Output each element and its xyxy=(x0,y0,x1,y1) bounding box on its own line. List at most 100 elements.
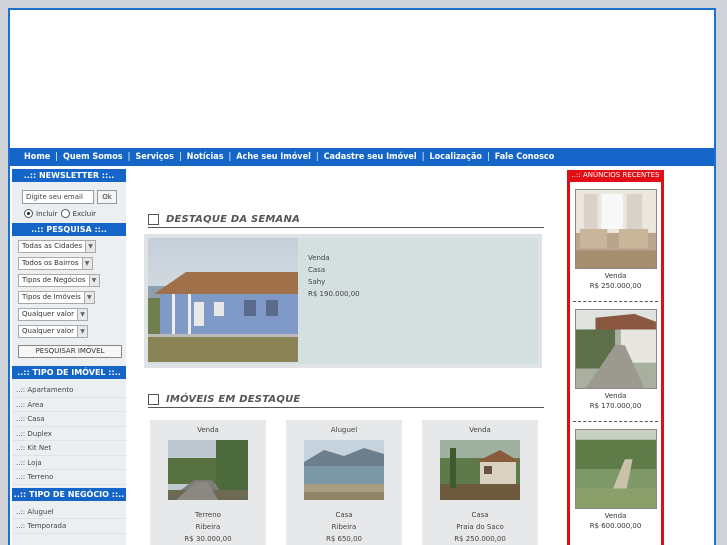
incluir-radio[interactable] xyxy=(24,209,33,218)
anuncio-item[interactable]: Venda R$ 250.000,00 xyxy=(573,182,658,302)
dropdown-arrow-icon: ▼ xyxy=(77,309,88,320)
nav-fale-conosco[interactable]: Fale Conosco xyxy=(495,152,555,162)
card-tipo: Casa xyxy=(471,511,489,519)
tipo-imovel-item[interactable]: ..:: Kit Net xyxy=(12,441,126,456)
nav-quem-somos[interactable]: Quem Somos xyxy=(63,152,123,162)
card-negocio: Aluguel xyxy=(330,426,358,434)
destaque-tipo: Casa xyxy=(308,266,326,274)
tipo-negocio-header: ..:: TIPO DE NEGÓCIO ::.. xyxy=(12,487,126,501)
nav-noticias[interactable]: Notícias xyxy=(187,152,224,162)
tipo-imovel-item[interactable]: ..:: Loja xyxy=(12,456,126,470)
imoveis-destaque-title: IMÓVEIS EM DESTAQUE xyxy=(166,394,301,405)
anuncio-negocio: Venda xyxy=(604,392,627,400)
pesquisar-button[interactable]: PESQUISAR IMÓVEL xyxy=(18,345,122,358)
imovel-select[interactable]: Tipos de Imóveis ▼ xyxy=(18,291,95,304)
header-banner xyxy=(10,10,714,148)
imovel-card[interactable]: Aluguel Casa Ribeira R$ 650,00 xyxy=(286,420,402,545)
card-preco: R$ 650,00 xyxy=(325,535,363,543)
card-preco: R$ 250.000,00 xyxy=(454,535,506,543)
negocio-select[interactable]: Tipos de Negócios ▼ xyxy=(18,274,100,287)
card-bairro: Ribeira xyxy=(331,523,357,531)
anuncio-preco: R$ 250.000,00 xyxy=(589,282,642,290)
tipo-imovel-item[interactable]: ..:: Apartamento xyxy=(12,383,126,398)
anuncio-preco: R$ 600.000,00 xyxy=(589,522,642,530)
nav-separator: | xyxy=(228,152,232,162)
anuncio-negocio: Venda xyxy=(604,512,627,520)
quintal-photo[interactable] xyxy=(574,309,657,389)
anuncio-preco: R$ 170.000,00 xyxy=(589,402,642,410)
bairro-select-value: Todos os Bairros xyxy=(22,259,79,267)
bairro-select[interactable]: Todos os Bairros ▼ xyxy=(18,257,93,270)
tipo-imovel-item[interactable]: ..:: Casa xyxy=(12,412,126,427)
destaque-negocio: Venda xyxy=(308,254,330,262)
dropdown-arrow-icon: ▼ xyxy=(88,275,99,286)
dropdown-arrow-icon: ▼ xyxy=(77,326,88,337)
tipo-negocio-item[interactable]: ..:: Temporada xyxy=(12,519,126,534)
main-content: DESTAQUE DA SEMANA Venda Casa Sahy R$ 19… xyxy=(130,166,566,545)
incluir-label: Incluir xyxy=(36,209,58,218)
negocio-select-value: Tipos de Negócios xyxy=(22,276,86,284)
tipo-imovel-item[interactable]: ..:: Duplex xyxy=(12,427,126,441)
excluir-label: Excluir xyxy=(72,209,97,218)
checkbox-icon xyxy=(148,214,159,225)
main-nav: Home | Quem Somos | Serviços | Notícias | Ac… xyxy=(10,148,714,166)
dropdown-arrow-icon: ▼ xyxy=(85,241,96,252)
destaque-preco: R$ 190.000,00 xyxy=(308,290,360,298)
cidade-select[interactable]: Todas as Cidades ▼ xyxy=(18,240,97,253)
page-frame: Home | Quem Somos | Serviços | Notícias | Ac… xyxy=(8,8,716,545)
newsletter-email-input[interactable]: Digite seu email xyxy=(22,190,94,204)
anuncios-recentes-panel: ..:: ANÚNCIOS RECENTES ::.. Venda R$ 250… xyxy=(567,170,664,545)
anuncio-item[interactable]: Venda R$ 170.000,00 xyxy=(573,302,658,422)
valor-min-select-value: Qualquer valor xyxy=(22,310,75,318)
left-sidebar: ..:: NEWSLETTER ::.. Digite seu email Ok… xyxy=(12,169,126,545)
destaque-semana-heading: DESTAQUE DA SEMANA xyxy=(148,212,544,228)
card-preco: R$ 30.000,00 xyxy=(184,535,232,543)
nav-separator: | xyxy=(127,152,131,162)
card-negocio: Venda xyxy=(197,426,219,434)
tipo-imovel-header: ..:: TIPO DE IMÓVEL ::.. xyxy=(12,366,126,379)
valor-max-select-value: Qualquer valor xyxy=(22,327,75,335)
nav-home[interactable]: Home xyxy=(24,152,50,162)
card-negocio: Venda xyxy=(469,426,491,434)
destaque-semana-card[interactable]: Venda Casa Sahy R$ 190.000,00 xyxy=(144,234,542,368)
valor-max-select[interactable]: Qualquer valor ▼ xyxy=(18,325,89,338)
imovel-select-value: Tipos de Imóveis xyxy=(22,293,81,301)
pesquisa-header: ..:: PESQUISA ::.. xyxy=(12,223,126,236)
tipo-negocio-item[interactable]: ..:: Aluguel xyxy=(12,505,126,519)
nav-separator: | xyxy=(178,152,182,162)
nav-cadastre-imovel[interactable]: Cadastre seu Imóvel xyxy=(324,152,417,162)
sala-photo[interactable] xyxy=(574,189,657,269)
destaque-house-photo[interactable] xyxy=(148,238,298,362)
destaque-semana-title: DESTAQUE DA SEMANA xyxy=(166,214,301,225)
tipo-imovel-item[interactable]: ..:: Área xyxy=(12,398,126,412)
excluir-radio[interactable] xyxy=(60,209,70,218)
nav-localizacao[interactable]: Localização xyxy=(429,152,482,162)
nav-servicos[interactable]: Serviços xyxy=(135,152,174,162)
valor-min-select[interactable]: Qualquer valor ▼ xyxy=(18,308,89,321)
destaque-bairro: Sahy xyxy=(308,278,326,286)
terreno-photo[interactable] xyxy=(168,440,248,500)
praia-photo[interactable] xyxy=(304,440,384,500)
tipo-imovel-item[interactable]: ..:: Terreno xyxy=(12,470,126,485)
dropdown-arrow-icon: ▼ xyxy=(81,258,92,269)
dropdown-arrow-icon: ▼ xyxy=(83,292,94,303)
checkbox-icon xyxy=(148,394,159,405)
anuncio-item[interactable]: Venda R$ 600.000,00 xyxy=(573,422,658,542)
newsletter-ok-button[interactable]: Ok xyxy=(97,190,117,204)
anuncio-negocio: Venda xyxy=(604,272,627,280)
nav-separator: | xyxy=(55,152,59,162)
imoveis-destaque-heading: IMÓVEIS EM DESTAQUE xyxy=(148,392,544,408)
card-tipo: Casa xyxy=(335,511,353,519)
nav-separator: | xyxy=(421,152,425,162)
card-bairro: Praia do Saco xyxy=(456,523,504,531)
anuncios-recentes-header: ..:: ANÚNCIOS RECENTES ::.. xyxy=(567,170,664,189)
card-bairro: Ribeira xyxy=(195,523,221,531)
card-tipo: Terreno xyxy=(195,511,221,519)
jardim-photo[interactable] xyxy=(574,429,657,509)
cidade-select-value: Todas as Cidades xyxy=(22,242,83,250)
imovel-card[interactable]: Venda Casa Praia do Saco R$ 250.000,00 xyxy=(422,420,538,545)
nav-separator: | xyxy=(315,152,319,162)
nav-ache-imovel[interactable]: Ache seu Imóvel xyxy=(236,152,311,162)
imovel-card[interactable]: Venda Terreno Ribeira R$ 30.000,00 xyxy=(150,420,266,545)
casa-photo[interactable] xyxy=(440,440,520,500)
